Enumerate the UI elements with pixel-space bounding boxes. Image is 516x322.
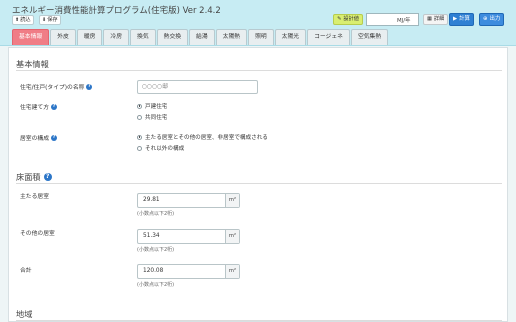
floor-area-title: 床面積 ? [16,171,52,183]
radio-button[interactable] [137,103,142,109]
tab-11[interactable]: 空気集熱 [350,29,389,45]
decimal-hint: (小数点以下2桁) [137,247,175,253]
area-unit: m² [225,265,239,278]
design-value-tag: ✎ 設計値 [333,14,363,25]
tab-4[interactable]: 換気 [130,29,156,45]
tab-6[interactable]: 給湯 [189,29,215,45]
room-structure-label-text: 居室の構成 [20,136,49,142]
result-value-box [366,13,419,26]
radio-button[interactable] [137,114,142,120]
decimal-hint: (小数点以下2桁) [137,282,175,288]
help-icon[interactable]: ? [51,134,57,141]
room-structure-label: 居室の構成 ? [20,133,57,142]
house-type-option-detached[interactable]: 戸建住宅 [137,102,167,110]
area-unit: m² [225,194,239,207]
help-icon[interactable]: ? [51,103,57,110]
tab-8[interactable]: 照明 [248,29,274,45]
design-value-label: 設計値 [343,16,359,22]
basic-info-title: 基本情報 [16,59,49,69]
result-unit: MJ/年 [397,18,411,24]
output-icon: ⊕ [483,16,488,22]
total-area-value[interactable]: 120.08 [138,265,225,278]
tab-0[interactable]: 基本情報 [12,29,50,45]
other-room-area-value[interactable]: 51.34 [138,230,225,243]
tab-1[interactable]: 外皮 [50,29,76,45]
calculate-button[interactable]: ▶ 計算 [449,13,474,26]
pencil-icon: ✎ [337,16,342,22]
radio-button[interactable] [137,134,142,140]
load-button-label: 読込 [20,17,31,23]
top-bar: エネルギー消費性能計算プログラム(住宅版) Ver 2.4.2 ⬆ 読込 ⬇ 保… [0,0,516,46]
tab-7[interactable]: 太陽熱 [215,29,248,45]
main-panel: 基本情報 住宅/住戸(タイプ)の名称 ? 住宅建て方 ? 戸建住宅 共同住宅 居… [8,47,508,322]
radio-label: 共同住宅 [145,115,168,121]
radio-label: 主たる居室とその他の居室、非居室で構成される [145,135,268,141]
main-room-label: 主たる居室 [20,194,49,200]
name-label-text: 住宅/住戸(タイプ)の名称 [20,85,85,91]
load-button[interactable]: ⬆ 読込 [12,15,34,25]
other-room-area-input[interactable]: 51.34 m² [137,229,240,244]
area-unit: m² [225,230,239,243]
radio-button[interactable] [137,145,142,151]
output-button[interactable]: ⊕ 出力 [479,13,505,26]
main-room-area-input[interactable]: 29.81 m² [137,193,240,208]
tab-10[interactable]: コージェネ [307,29,350,45]
save-button-label: 保存 [47,17,58,23]
tab-bar: 基本情報 外皮 暖房 冷房 換気 熱交換 給湯 太陽熱 照明 太陽光 コージェネ 空気集熱 [12,29,389,45]
house-type-label: 住宅建て方 ? [20,102,57,111]
name-input[interactable] [137,80,258,94]
download-icon: ⬇ [42,17,47,23]
section-divider [16,183,502,184]
play-icon: ▶ [453,16,458,22]
upload-icon: ⬆ [15,17,20,23]
section-divider [16,320,502,321]
tab-2[interactable]: 暖房 [76,29,103,45]
region-title: 地域 [16,309,33,319]
help-icon[interactable]: ? [43,173,52,181]
total-area-label: 合計 [20,268,32,274]
radio-label: 戸建住宅 [145,104,168,110]
help-icon[interactable]: ? [86,83,93,90]
detail-button-label: 詳細 [433,16,445,22]
total-area-input[interactable]: 120.08 m² [137,264,240,279]
tab-9[interactable]: 太陽光 [274,29,307,45]
save-button[interactable]: ⬇ 保存 [39,15,61,25]
floor-area-title-text: 床面積 [16,172,41,182]
other-room-label: その他の居室 [20,231,55,237]
radio-label: それ以外の構成 [145,146,185,152]
house-type-option-apartment[interactable]: 共同住宅 [137,113,167,121]
detail-button[interactable]: ▦ 詳細 [423,14,449,25]
grid-icon: ▦ [427,16,432,22]
calculate-button-label: 計算 [459,16,470,22]
tab-3[interactable]: 冷房 [103,29,130,45]
tab-5[interactable]: 熱交換 [156,29,189,45]
name-field-label: 住宅/住戸(タイプ)の名称 ? [20,82,93,91]
section-divider [16,70,502,71]
structure-option-main[interactable]: 主たる居室とその他の居室、非居室で構成される [137,133,268,141]
output-button-label: 出力 [489,16,501,22]
decimal-hint: (小数点以下2桁) [137,211,175,217]
structure-option-other[interactable]: それ以外の構成 [137,144,184,152]
house-type-label-text: 住宅建て方 [20,105,49,111]
main-room-area-value[interactable]: 29.81 [138,194,225,207]
